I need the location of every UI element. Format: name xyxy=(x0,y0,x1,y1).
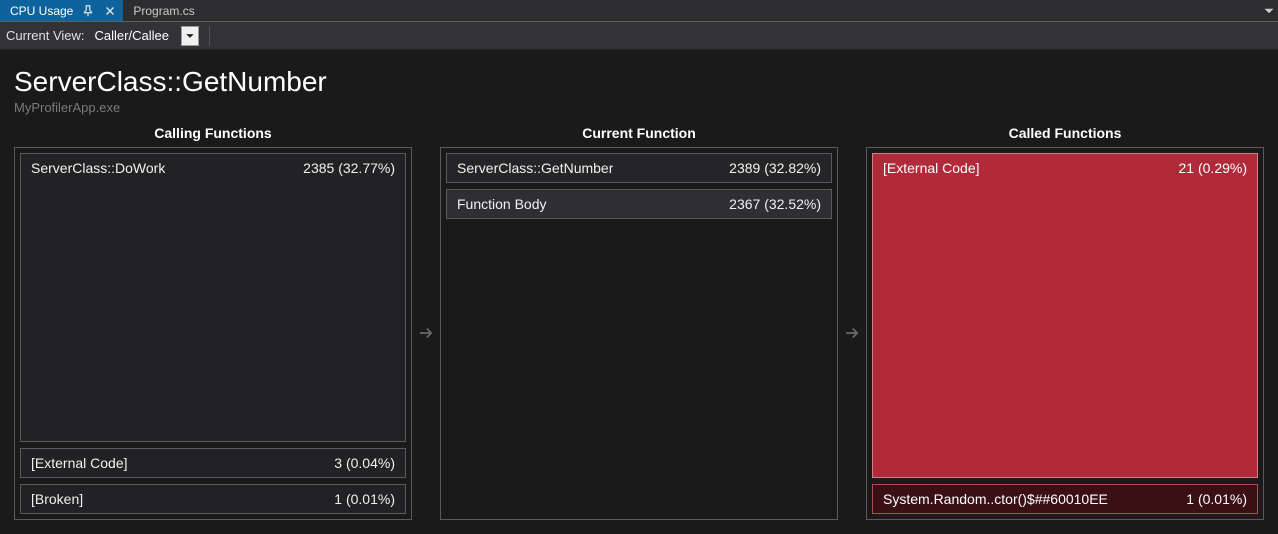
page-title: ServerClass::GetNumber xyxy=(14,66,1264,98)
current-function-header: Current Function xyxy=(440,125,838,141)
calling-functions-header: Calling Functions xyxy=(14,125,412,141)
tab-label: Program.cs xyxy=(133,4,194,18)
caller-callee-columns: Calling Functions ServerClass::DoWork 23… xyxy=(14,125,1264,520)
function-value: 2389 (32.82%) xyxy=(729,160,821,176)
called-function-row[interactable]: System.Random..ctor()$##60010EE 1 (0.01%… xyxy=(872,484,1258,514)
calling-function-row[interactable]: [Broken] 1 (0.01%) xyxy=(20,484,406,514)
tabbar-spacer xyxy=(201,0,1260,21)
current-function-panel: ServerClass::GetNumber 2389 (32.82%) Fun… xyxy=(440,147,838,520)
calling-functions-panel: ServerClass::DoWork 2385 (32.77%) [Exter… xyxy=(14,147,412,520)
module-subtitle: MyProfilerApp.exe xyxy=(14,100,1264,115)
calling-functions-column: Calling Functions ServerClass::DoWork 23… xyxy=(14,125,412,520)
arrow-right-icon xyxy=(412,125,440,520)
function-name: ServerClass::GetNumber xyxy=(457,160,613,176)
called-function-row[interactable]: [External Code] 21 (0.29%) xyxy=(872,153,1258,478)
function-value: 1 (0.01%) xyxy=(334,491,395,507)
function-value: 21 (0.29%) xyxy=(1179,160,1247,176)
current-view-select[interactable] xyxy=(91,25,199,47)
called-functions-header: Called Functions xyxy=(866,125,1264,141)
calling-function-row[interactable]: ServerClass::DoWork 2385 (32.77%) xyxy=(20,153,406,442)
current-function-row[interactable]: ServerClass::GetNumber 2389 (32.82%) xyxy=(446,153,832,183)
current-view-label: Current View: xyxy=(6,28,85,43)
function-name: [Broken] xyxy=(31,491,83,507)
current-view-input[interactable] xyxy=(91,25,181,47)
main-content: ServerClass::GetNumber MyProfilerApp.exe… xyxy=(0,50,1278,534)
tabbar-overflow-button[interactable] xyxy=(1260,0,1278,21)
function-body-row[interactable]: Function Body 2367 (32.52%) xyxy=(446,189,832,219)
pin-icon[interactable] xyxy=(81,4,95,18)
function-value: 2367 (32.52%) xyxy=(729,196,821,212)
toolbar: Current View: xyxy=(0,22,1278,50)
panel-spacer xyxy=(446,225,832,514)
close-icon[interactable] xyxy=(103,4,117,18)
function-value: 2385 (32.77%) xyxy=(303,160,395,176)
tab-bar: CPU Usage Program.cs xyxy=(0,0,1278,22)
called-functions-panel: [External Code] 21 (0.29%) System.Random… xyxy=(866,147,1264,520)
tab-label: CPU Usage xyxy=(10,4,73,18)
current-function-column: Current Function ServerClass::GetNumber … xyxy=(440,125,838,520)
chevron-down-icon[interactable] xyxy=(181,26,199,46)
called-functions-column: Called Functions [External Code] 21 (0.2… xyxy=(866,125,1264,520)
function-name: Function Body xyxy=(457,196,547,212)
function-value: 1 (0.01%) xyxy=(1186,491,1247,507)
function-name: ServerClass::DoWork xyxy=(31,160,165,176)
function-name: System.Random..ctor()$##60010EE xyxy=(883,491,1108,507)
tab-program-cs[interactable]: Program.cs xyxy=(123,0,200,21)
arrow-right-icon xyxy=(838,125,866,520)
tab-cpu-usage[interactable]: CPU Usage xyxy=(0,0,123,21)
function-name: [External Code] xyxy=(883,160,980,176)
function-value: 3 (0.04%) xyxy=(334,455,395,471)
function-name: [External Code] xyxy=(31,455,128,471)
calling-function-row[interactable]: [External Code] 3 (0.04%) xyxy=(20,448,406,478)
toolbar-divider xyxy=(209,26,210,46)
